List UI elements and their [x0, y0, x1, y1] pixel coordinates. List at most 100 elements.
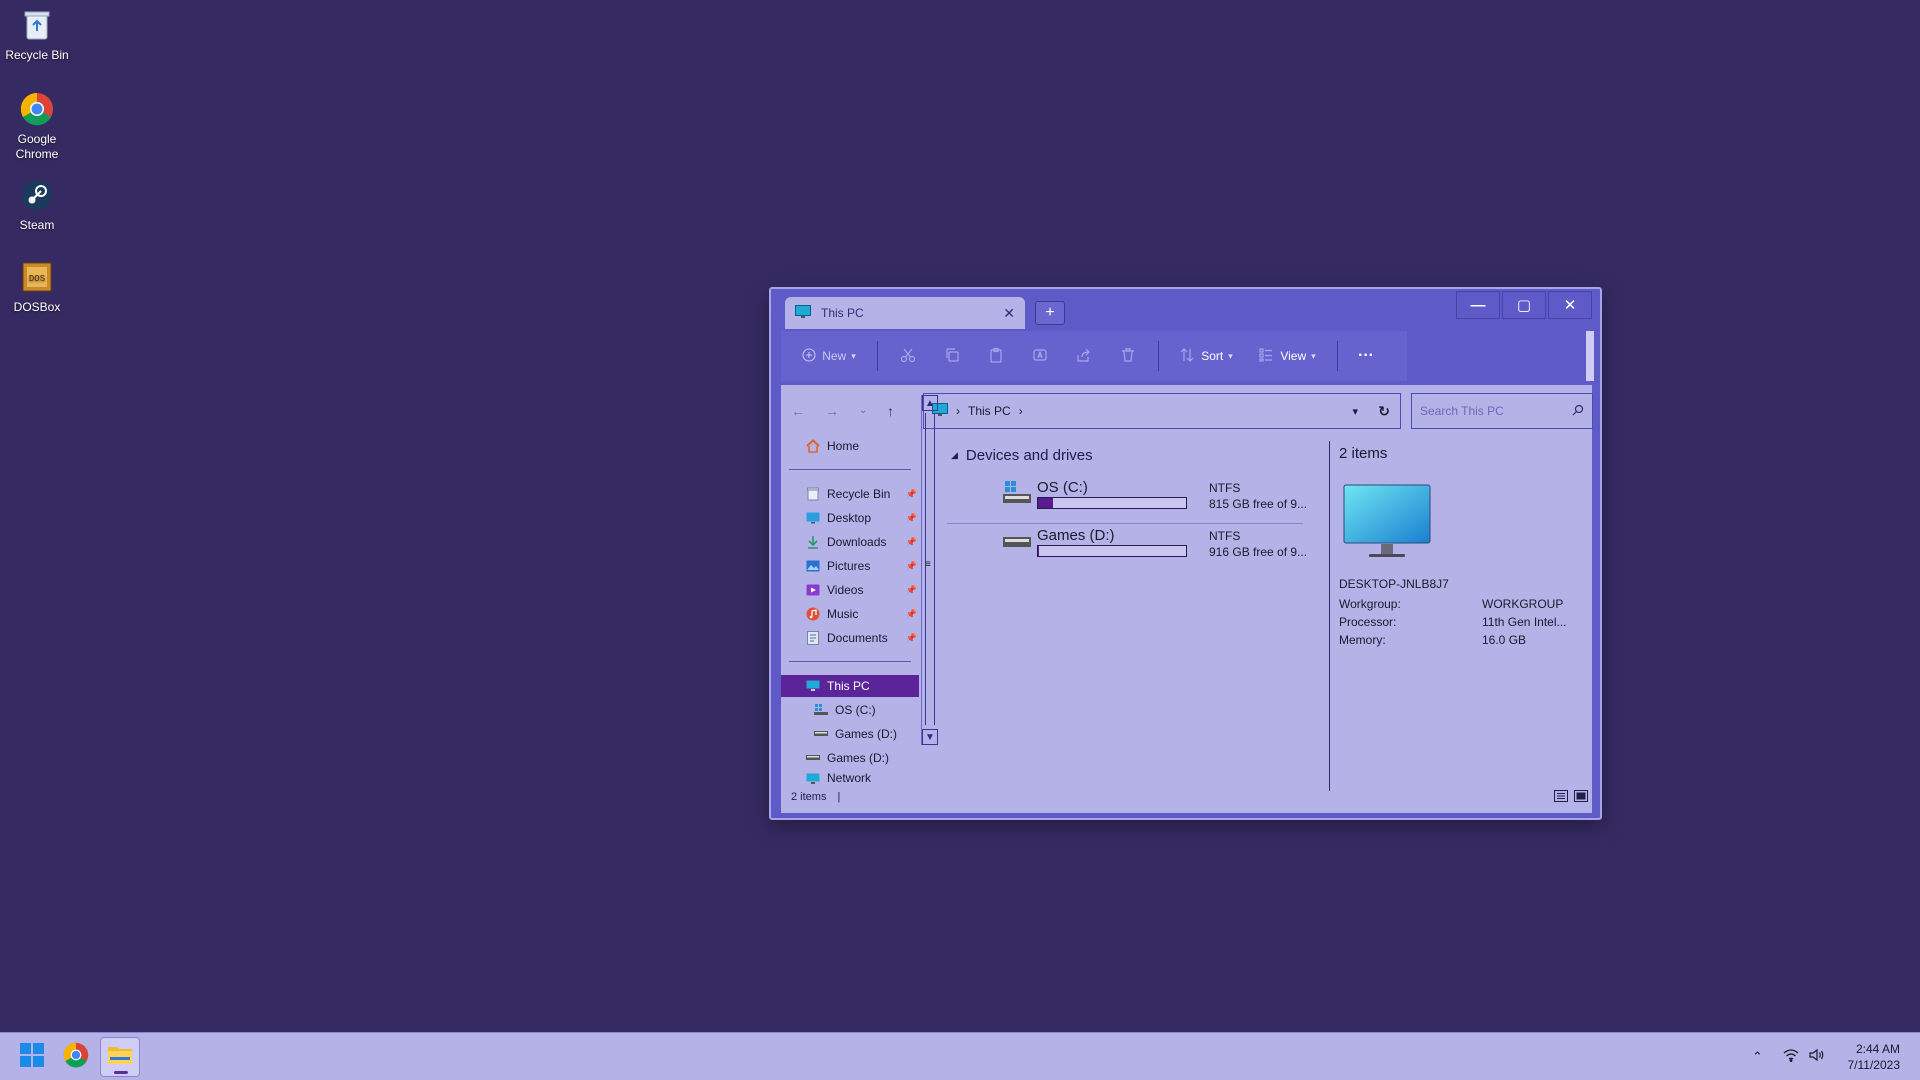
desktop-icon-dosbox[interactable]: DOS DOSBox	[4, 258, 70, 315]
pin-icon[interactable]: 📌	[906, 537, 917, 548]
nav-item-videos[interactable]: Videos 📌	[781, 579, 919, 601]
copy-button[interactable]	[930, 338, 974, 374]
rename-button[interactable]	[1018, 338, 1062, 374]
maximize-button[interactable]: ▢	[1502, 291, 1546, 319]
details-pane: 2 items DESKTOP-JNLB8J7 Workgroup: WORKGR…	[1339, 445, 1579, 651]
nav-item-music[interactable]: Music 📌	[781, 603, 919, 625]
status-item-count: 2 items	[791, 791, 827, 803]
command-bar: New ▾ Sort ▾ View ▾ ···	[781, 331, 1407, 381]
tiles-view-icon[interactable]	[1574, 789, 1588, 807]
chevron-down-icon: ▾	[1228, 350, 1233, 361]
nav-item-games-d-child[interactable]: Games (D:)	[781, 723, 919, 745]
share-button[interactable]	[1062, 338, 1106, 374]
trash-icon	[1120, 347, 1136, 366]
nav-item-documents[interactable]: Documents 📌	[781, 627, 919, 649]
windows-logo-icon	[20, 1042, 44, 1072]
recent-locations-chevron-icon[interactable]: ⌄	[859, 405, 867, 416]
nav-item-games-d[interactable]: Games (D:)	[781, 747, 919, 769]
music-icon	[805, 606, 821, 622]
home-icon	[805, 438, 821, 454]
nav-item-os-c[interactable]: OS (C:)	[781, 699, 919, 721]
see-more-button[interactable]: ···	[1346, 338, 1386, 374]
toolbar-scrollbar[interactable]	[1586, 331, 1594, 381]
delete-button[interactable]	[1106, 338, 1150, 374]
desktop-icon-chrome[interactable]: Google Chrome	[4, 90, 70, 162]
group-header[interactable]: ◢ Devices and drives	[951, 447, 1093, 464]
pin-icon[interactable]: 📌	[906, 489, 917, 500]
toolbar-separator	[877, 341, 878, 371]
drive-item-os-c[interactable]: OS (C:) NTFS 815 GB free of 9...	[997, 479, 1307, 519]
new-button[interactable]: New ▾	[789, 338, 869, 374]
share-icon	[1076, 347, 1092, 366]
sort-label: Sort	[1201, 349, 1224, 363]
start-button[interactable]	[12, 1037, 52, 1077]
drive-name: OS (C:)	[1037, 479, 1088, 496]
nav-divider	[789, 469, 911, 470]
recycle-bin-icon	[805, 486, 821, 502]
nav-divider	[789, 661, 911, 662]
cut-button[interactable]	[886, 338, 930, 374]
drive-filesystem: NTFS	[1209, 529, 1241, 543]
forward-arrow-icon[interactable]: →	[825, 403, 839, 419]
desktop-icon-recycle-bin[interactable]: Recycle Bin	[4, 6, 70, 63]
nav-label: Games (D:)	[827, 751, 890, 765]
scroll-down-button[interactable]: ▼	[922, 729, 938, 745]
pin-icon[interactable]: 📌	[906, 585, 917, 596]
up-arrow-icon[interactable]: ↑	[887, 403, 894, 419]
drive-item-games-d[interactable]: Games (D:) NTFS 916 GB free of 9...	[997, 527, 1307, 567]
drive-filesystem: NTFS	[1209, 481, 1241, 495]
sort-button[interactable]: Sort ▾	[1167, 338, 1245, 374]
details-value: WORKGROUP	[1482, 597, 1564, 611]
documents-icon	[805, 630, 821, 646]
show-hidden-icons-chevron[interactable]: ⌃	[1752, 1049, 1763, 1065]
tab-this-pc[interactable]: This PC ✕	[785, 297, 1025, 329]
desktop-icon-steam[interactable]: Steam	[4, 176, 70, 233]
nav-label: Recycle Bin	[827, 487, 891, 501]
scroll-thumb-grip-icon[interactable]: ≡	[925, 559, 931, 570]
nav-item-this-pc[interactable]: This PC	[781, 675, 919, 697]
pin-icon[interactable]: 📌	[906, 513, 917, 524]
nav-item-pictures[interactable]: Pictures 📌	[781, 555, 919, 577]
new-label: New	[822, 349, 847, 363]
collapse-triangle-icon[interactable]: ◢	[951, 450, 958, 461]
paste-button[interactable]	[974, 338, 1018, 374]
clock-date: 7/11/2023	[1847, 1058, 1901, 1072]
pictures-icon	[805, 558, 821, 574]
view-mode-switch	[1554, 789, 1588, 807]
taskbar-chrome-button[interactable]	[56, 1037, 96, 1077]
nav-item-desktop[interactable]: Desktop 📌	[781, 507, 919, 529]
tab-close-button[interactable]: ✕	[1003, 305, 1015, 322]
nav-item-downloads[interactable]: Downloads 📌	[781, 531, 919, 553]
details-key: Workgroup:	[1339, 597, 1401, 611]
details-key: Memory:	[1339, 633, 1386, 647]
volume-icon[interactable]	[1809, 1048, 1825, 1067]
pin-icon[interactable]: 📌	[906, 609, 917, 620]
scroll-up-button[interactable]: ▲	[922, 395, 938, 411]
pin-icon[interactable]: 📌	[906, 633, 917, 644]
minimize-button[interactable]: —	[1456, 291, 1500, 319]
details-value: 11th Gen Intel...	[1482, 615, 1567, 629]
scissors-icon	[900, 347, 916, 366]
details-view-icon[interactable]	[1554, 789, 1568, 807]
new-tab-button[interactable]: +	[1035, 301, 1065, 325]
details-value: 16.0 GB	[1482, 633, 1527, 647]
details-row: Memory: 16.0 GB	[1339, 633, 1579, 651]
chrome-icon	[63, 1042, 89, 1073]
nav-item-network[interactable]: Network	[781, 771, 919, 785]
dosbox-icon: DOS	[18, 258, 56, 296]
drive-free-space: 815 GB free of 9...	[1209, 497, 1308, 511]
view-button[interactable]: View ▾	[1245, 338, 1329, 374]
clipboard-icon	[988, 347, 1004, 366]
clock[interactable]: 2:44 AM 7/11/2023	[1848, 1041, 1901, 1073]
close-window-button[interactable]: ✕	[1548, 291, 1592, 319]
nav-item-recycle-bin[interactable]: Recycle Bin 📌	[781, 483, 919, 505]
drive-usage-fill	[1038, 546, 1040, 556]
taskbar-file-explorer-button[interactable]	[100, 1037, 140, 1077]
view-list-icon	[1258, 347, 1274, 366]
details-row: Workgroup: WORKGROUP	[1339, 597, 1579, 615]
navigation-scrollbar[interactable]: ▲ ≡ ▼	[921, 395, 938, 745]
file-explorer-window: This PC ✕ + — ▢ ✕ New ▾ Sort ▾ View ▾ ··…	[769, 287, 1602, 820]
back-arrow-icon[interactable]: ←	[791, 403, 805, 419]
pin-icon[interactable]: 📌	[906, 561, 917, 572]
wifi-icon[interactable]	[1783, 1048, 1799, 1067]
